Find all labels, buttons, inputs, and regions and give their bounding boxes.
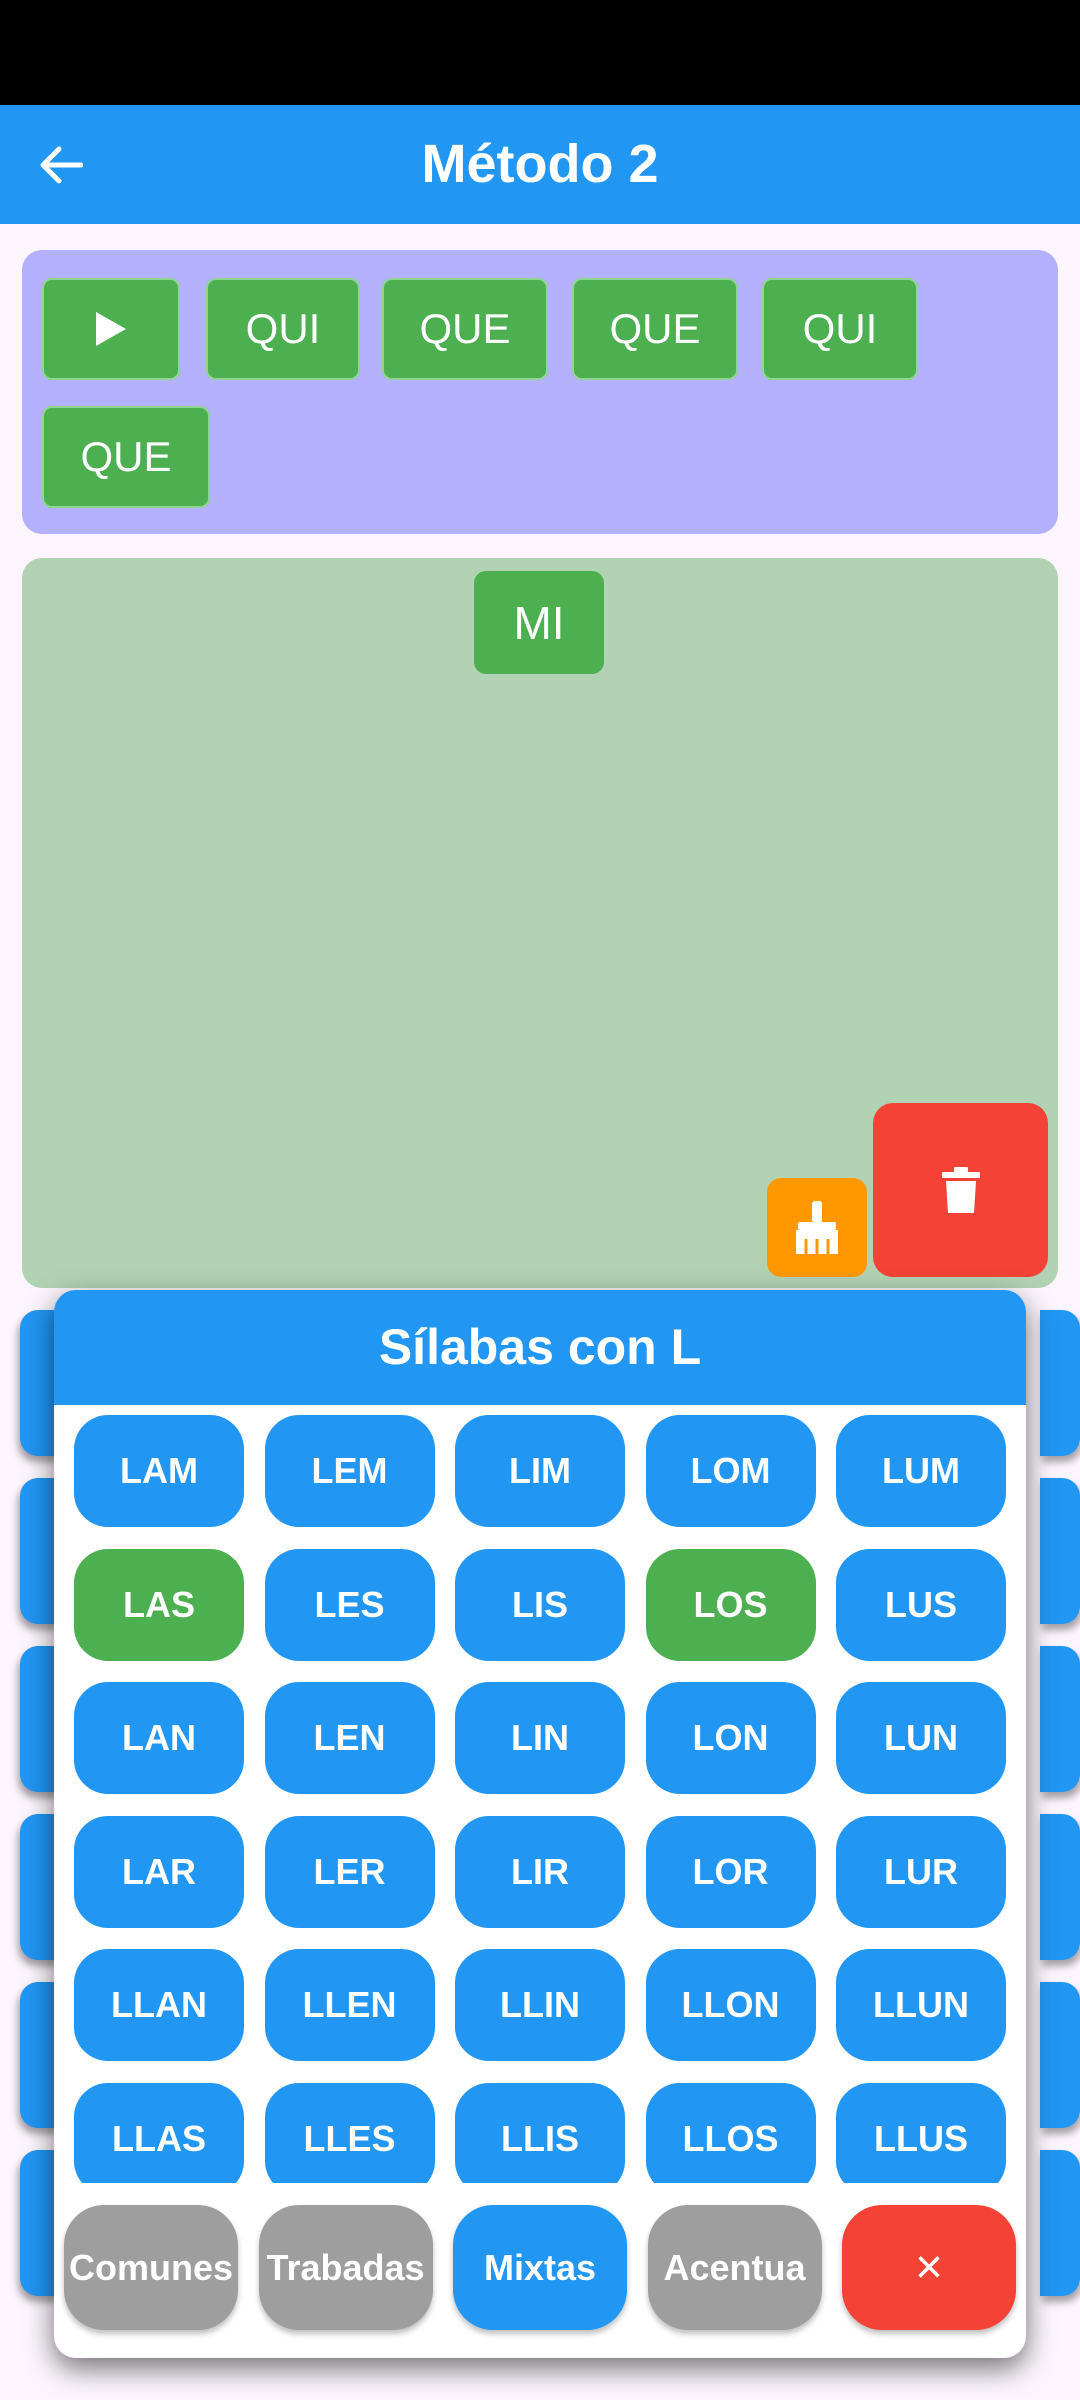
app-bar: Método 2	[0, 105, 1080, 224]
tab-mixtas[interactable]: Mixtas	[453, 2205, 627, 2330]
broom-icon	[796, 1200, 838, 1254]
syllable-button[interactable]: LUR	[836, 1815, 1006, 1928]
tab-acentua[interactable]: Acentua	[647, 2205, 822, 2330]
syllable-button[interactable]: LLES	[264, 2082, 435, 2183]
syllable-button[interactable]: LEM	[264, 1415, 435, 1527]
placed-syllable-chip[interactable]: MI	[474, 571, 604, 674]
syllable-button[interactable]: LAM	[74, 1415, 244, 1527]
play-icon	[96, 312, 126, 346]
clear-button[interactable]	[767, 1178, 867, 1277]
syllable-button[interactable]: LON	[645, 1682, 816, 1794]
syllable-chip[interactable]: QUE	[42, 406, 210, 508]
syllable-button[interactable]: LOS	[645, 1548, 816, 1661]
play-button[interactable]	[42, 278, 180, 380]
syllable-grid[interactable]: LAM LEM LIM LOM LUM LAS LES LIS LOS LUS LAN LEN LIN L…	[54, 1405, 1026, 2183]
syllable-button[interactable]: LLAS	[74, 2082, 244, 2183]
back-button[interactable]	[22, 127, 98, 203]
syllable-chip[interactable]: QUI	[762, 278, 918, 380]
trash-icon	[941, 1167, 980, 1213]
syllable-button[interactable]: LAS	[74, 1548, 244, 1661]
syllable-button[interactable]: LOM	[645, 1415, 816, 1527]
syllable-button[interactable]: LLAN	[74, 1949, 244, 2061]
syllable-button[interactable]: LUM	[836, 1415, 1006, 1527]
syllable-button[interactable]: LLEN	[264, 1949, 435, 2061]
syllable-button[interactable]: LLIN	[455, 1949, 625, 2061]
syllable-button[interactable]: LIN	[455, 1682, 625, 1794]
syllable-button[interactable]: LLUS	[836, 2082, 1006, 2183]
syllable-button[interactable]: LIR	[455, 1815, 625, 1928]
syllable-button[interactable]: LLOS	[645, 2082, 816, 2183]
syllable-button[interactable]: LLON	[645, 1949, 816, 2061]
close-icon: ×	[914, 2241, 944, 2294]
page-title: Método 2	[421, 134, 659, 194]
syllable-button[interactable]: LLUN	[836, 1949, 1006, 2061]
tab-trabadas[interactable]: Trabadas	[258, 2205, 433, 2330]
syllable-chip[interactable]: QUI	[206, 278, 360, 380]
close-button[interactable]: ×	[842, 2205, 1016, 2330]
tab-comunes[interactable]: Comunes	[64, 2205, 238, 2330]
syllable-button[interactable]: LER	[264, 1815, 435, 1928]
syllable-button[interactable]: LUS	[836, 1548, 1006, 1661]
syllable-button[interactable]: LOR	[645, 1815, 816, 1928]
panel-title: Sílabas con L	[54, 1290, 1026, 1405]
syllable-button[interactable]: LIS	[455, 1548, 625, 1661]
syllable-button[interactable]: LAR	[74, 1815, 244, 1928]
syllable-button[interactable]: LEN	[264, 1682, 435, 1794]
sentence-area: QUI QUE QUE QUI QUE	[22, 250, 1058, 534]
status-bar	[0, 0, 1080, 105]
delete-button[interactable]	[873, 1103, 1048, 1277]
syllable-panel: Sílabas con L LAM LEM LIM LOM LUM LAS LES LIS LO…	[54, 1290, 1026, 2358]
syllable-chip[interactable]: QUE	[572, 278, 738, 380]
syllable-button[interactable]: LIM	[455, 1415, 625, 1527]
syllable-button[interactable]: LLIS	[455, 2082, 625, 2183]
syllable-chip[interactable]: QUE	[382, 278, 548, 380]
syllable-button[interactable]: LUN	[836, 1682, 1006, 1794]
arrow-back-icon	[40, 146, 83, 184]
syllable-button[interactable]: LES	[264, 1548, 435, 1661]
syllable-button[interactable]: LAN	[74, 1682, 244, 1794]
